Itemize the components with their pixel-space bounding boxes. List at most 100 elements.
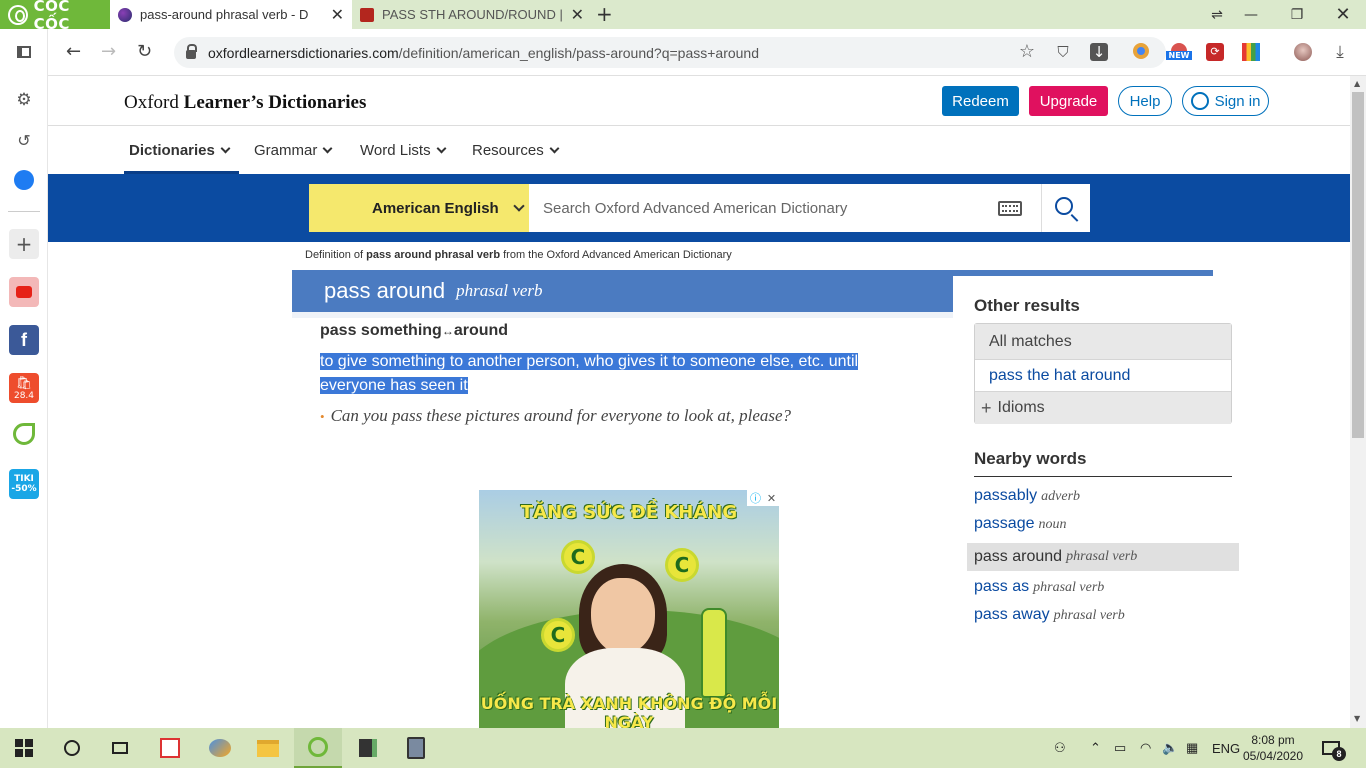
system-clock[interactable]: 8:08 pm 05/04/2020 [1240, 732, 1306, 764]
close-tab-icon[interactable]: ✕ [571, 5, 584, 25]
tiki-icon[interactable]: TIKI -50% [9, 469, 39, 499]
example-text: Can you pass these pictures around for e… [330, 406, 792, 425]
shopee-icon[interactable]: 🛍 28.4 [9, 373, 39, 403]
page-scrollbar[interactable]: ▲ ▼ [1350, 76, 1366, 728]
ad-choices-icon[interactable]: ⓘ ✕ [747, 490, 779, 506]
nearby-word[interactable]: passably adverb [974, 487, 1080, 505]
nearby-divider [974, 476, 1232, 477]
search-button[interactable] [1041, 184, 1090, 232]
downloads-icon[interactable]: ⤓ [1331, 43, 1349, 61]
tab-oxford[interactable]: pass-around phrasal verb - D ✕ [110, 0, 352, 29]
bookmark-star-icon[interactable]: ☆ [1018, 43, 1036, 61]
nearby-word[interactable]: passage noun [974, 515, 1067, 533]
example-sentence: • Can you pass these pictures around for … [320, 406, 791, 426]
coccoc-menu-button[interactable]: CỐC CỐC [0, 0, 110, 33]
result-item[interactable]: pass the hat around [975, 360, 1231, 392]
menu-label: Grammar [254, 142, 318, 159]
ad-bottom-text: UỐNG TRÀ XANH KHÔNG ĐỘ MỖI NGÀY [480, 694, 778, 728]
colorful-extension-icon[interactable] [1242, 43, 1260, 61]
nearby-word-label: pass away [974, 606, 1050, 623]
search-circle-icon[interactable] [48, 728, 96, 768]
reload-icon[interactable]: ↻ [137, 41, 152, 62]
form-arrow: ↔ [441, 324, 454, 338]
coccoc-taskbar-icon[interactable] [294, 728, 342, 768]
scrollbar-thumb[interactable] [1352, 92, 1364, 438]
nearby-word-label: passage [974, 515, 1035, 532]
keyboard-icon[interactable] [998, 201, 1022, 216]
battery-icon[interactable]: ▭ [1114, 728, 1126, 768]
calendar-app-icon[interactable] [146, 728, 194, 768]
dictionary-select[interactable]: American English [309, 184, 529, 232]
sign-in-button[interactable]: Sign in [1182, 86, 1269, 116]
new-tab-icon[interactable]: + [596, 2, 613, 26]
media-app-icon[interactable] [392, 728, 440, 768]
youtube-icon[interactable] [9, 277, 39, 307]
volume-icon[interactable]: 🔈 [1162, 728, 1178, 768]
red-extension-icon[interactable]: ⟳ [1206, 43, 1224, 61]
forward-arrow-icon[interactable]: → [101, 41, 116, 62]
definition-source: Definition of pass around phrasal verb f… [305, 249, 732, 261]
coccoc-leaf-icon[interactable] [9, 419, 39, 449]
messenger-icon[interactable] [9, 165, 39, 195]
menu-resources[interactable]: Resources [472, 142, 560, 159]
definition-text[interactable]: to give something to another person, who… [320, 350, 900, 398]
file-explorer-icon[interactable] [244, 728, 292, 768]
scroll-down-icon[interactable]: ▼ [1354, 714, 1360, 723]
windows-start-icon[interactable] [0, 728, 48, 768]
help-button[interactable]: Help [1118, 86, 1172, 116]
notifications-icon[interactable]: 8 [1322, 728, 1346, 768]
search-input[interactable] [529, 184, 1041, 232]
idioms-toggle[interactable]: + Idioms [975, 392, 1231, 424]
menu-grammar[interactable]: Grammar [254, 142, 333, 159]
menu-label: Word Lists [360, 142, 431, 159]
bullet-icon: • [320, 409, 325, 424]
profile-avatar-icon[interactable] [1294, 43, 1312, 61]
nearby-word[interactable]: pass as phrasal verb [974, 578, 1104, 596]
menu-dictionaries[interactable]: Dictionaries [129, 142, 231, 159]
sticky-notes-icon[interactable] [344, 728, 392, 768]
redeem-button[interactable]: Redeem [942, 86, 1019, 116]
form-part-a: pass something [320, 322, 442, 339]
new-extension-icon[interactable]: NEW [1166, 43, 1192, 61]
nearby-word-label: pass as [974, 578, 1030, 595]
show-hidden-icons-chevron-icon[interactable]: ⌃ [1090, 728, 1101, 768]
form-part-b: around [453, 322, 509, 339]
close-window-icon[interactable]: ✕ [1320, 0, 1366, 29]
nearby-word-pos: phrasal verb [1066, 549, 1138, 564]
history-icon[interactable]: ↺ [9, 125, 39, 155]
chevron-down-icon [436, 143, 447, 154]
facebook-icon[interactable]: f [9, 325, 39, 355]
add-app-icon[interactable]: + [9, 229, 39, 259]
paint-app-icon[interactable] [196, 728, 244, 768]
close-tab-icon[interactable]: ✕ [331, 5, 344, 25]
advertisement[interactable]: C C C TĂNG SỨC ĐỀ KHÁNG UỐNG TRÀ XANH KH… [479, 490, 779, 728]
clock-time: 8:08 pm [1251, 733, 1295, 747]
vitamin-c-icon: C [665, 548, 699, 582]
browser-toolbar: ← → ↻ oxfordlearnersdictionaries.com/def… [48, 29, 1366, 76]
lock-icon [186, 44, 197, 59]
task-view-icon[interactable] [96, 728, 144, 768]
shield-icon[interactable]: ⛉ [1054, 43, 1072, 61]
back-arrow-icon[interactable]: ← [66, 41, 81, 62]
tab-cambridge[interactable]: PASS STH AROUND/ROUND | ✕ [352, 0, 592, 29]
people-icon[interactable]: ⚇ [1054, 728, 1066, 768]
chrome-extension-icon[interactable] [1133, 43, 1151, 61]
settings-gear-icon[interactable]: ⚙ [9, 85, 39, 115]
vitamin-c-icon: C [561, 540, 595, 574]
oxford-logo[interactable]: Oxford Learner’s Dictionaries [124, 92, 366, 114]
url-domain: oxfordlearnersdictionaries.com [208, 44, 399, 61]
source-suffix: from the Oxford Advanced American Dictio… [500, 249, 732, 261]
all-matches-link[interactable]: All matches [975, 324, 1231, 360]
nearby-word[interactable]: pass away phrasal verb [974, 606, 1125, 624]
input-icon[interactable]: ▦ [1186, 728, 1198, 768]
download-page-icon[interactable]: ↓ [1090, 43, 1108, 61]
restore-icon[interactable]: ❐ [1274, 0, 1320, 29]
upgrade-button[interactable]: Upgrade [1029, 86, 1108, 116]
sidebar-toggle-icon[interactable] [9, 37, 39, 67]
minimize-icon[interactable]: — [1228, 0, 1274, 29]
entry-header: pass around phrasal verb [292, 270, 953, 312]
wifi-icon[interactable]: ◠ [1140, 728, 1151, 768]
language-indicator[interactable]: ENG [1212, 728, 1240, 768]
scroll-up-icon[interactable]: ▲ [1354, 79, 1360, 88]
menu-word-lists[interactable]: Word Lists [360, 142, 447, 159]
